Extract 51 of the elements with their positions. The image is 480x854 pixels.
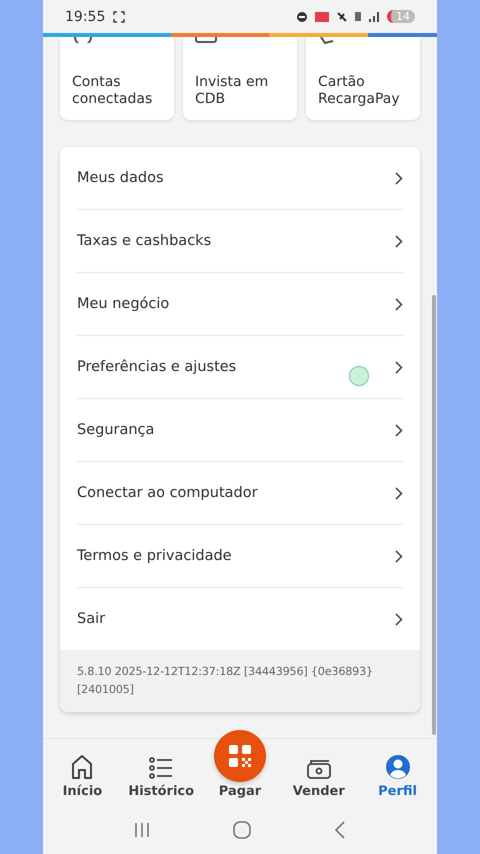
nav-tab[interactable]: Perfil xyxy=(358,754,437,799)
chevron-icon xyxy=(395,612,403,626)
chevron-icon xyxy=(395,298,403,310)
recents-icon[interactable] xyxy=(134,822,150,838)
signal-icon xyxy=(369,12,379,22)
menu-item-label: Meus dados xyxy=(77,170,165,186)
shortcut-label: Contas conectadas xyxy=(72,74,154,108)
battery-indicator: 14 xyxy=(387,10,415,23)
menu-item-label: Conectar ao computador xyxy=(77,485,259,501)
menu-item[interactable]: Segurança xyxy=(77,399,403,462)
menu-item[interactable]: Taxas e cashbacks xyxy=(77,210,403,273)
menu-item-label: Termos e privacidade xyxy=(77,548,233,564)
menu-item-label: Taxas e cashbacks xyxy=(77,233,212,249)
menu-item[interactable]: Sair xyxy=(77,588,403,650)
mute-icon xyxy=(337,12,347,22)
chevron-icon xyxy=(395,360,403,374)
card-icon xyxy=(195,37,217,43)
shortcut-label: Cartão RecargaPay xyxy=(318,74,401,108)
shortcut-card[interactable]: Contas conectadas xyxy=(60,37,174,120)
screenshot-icon xyxy=(113,10,126,22)
qr-code-icon xyxy=(228,745,251,767)
menu-item-label: Meu negócio xyxy=(77,296,170,312)
menu-item-label: Preferências e ajustes xyxy=(77,359,238,375)
chevron-icon xyxy=(395,424,403,436)
menu-item[interactable]: Preferências e ajustes xyxy=(77,336,403,399)
menu-item[interactable]: Termos e privacidade xyxy=(77,525,403,588)
menu-item[interactable]: Conectar ao computador xyxy=(77,462,403,525)
nav-tab[interactable]: Início xyxy=(43,754,122,799)
home-icon xyxy=(70,754,94,780)
nav-tab[interactable]: Histórico xyxy=(122,756,201,799)
menu-item[interactable]: Meus dados xyxy=(77,147,403,210)
chevron-icon xyxy=(395,172,403,184)
status-time: 19:55 xyxy=(65,8,106,24)
menu-item-label: Segurança xyxy=(77,422,156,438)
shortcut-card[interactable]: Cartão RecargaPay xyxy=(306,37,420,120)
menu-item[interactable]: Meu negócio xyxy=(77,273,403,336)
back-icon[interactable] xyxy=(334,820,346,838)
cash-icon xyxy=(306,758,332,780)
user-icon xyxy=(384,754,411,780)
home-button-icon[interactable] xyxy=(232,820,251,838)
touch-indicator xyxy=(349,366,369,386)
list-icon xyxy=(149,756,174,780)
chevron-icon xyxy=(395,550,403,562)
nav-tab[interactable]: Vender xyxy=(279,758,358,799)
chevron-icon xyxy=(395,234,403,248)
do-not-disturb-icon xyxy=(297,12,307,22)
menu-item-label: Sair xyxy=(77,611,106,627)
version-text: 5.8.10 2025-12-12T12:37:18Z [34443956] {0e36893} [2401005] xyxy=(60,650,420,712)
shortcut-label: Invista em CDB xyxy=(195,74,270,108)
chevron-icon xyxy=(395,486,403,500)
shortcut-card[interactable]: Invista em CDB xyxy=(183,37,297,120)
